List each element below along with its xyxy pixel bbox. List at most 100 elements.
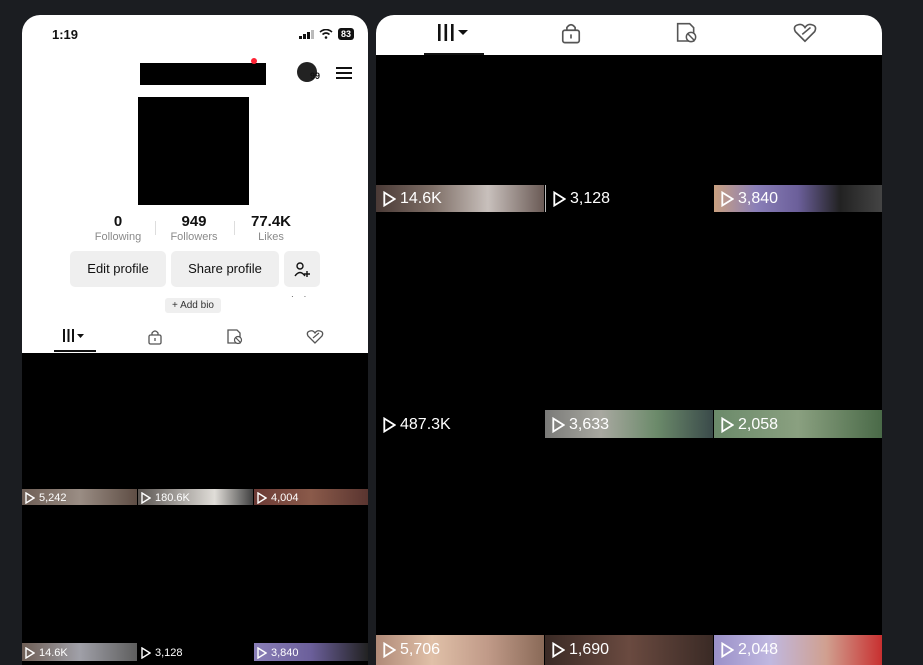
tab-hidden[interactable] bbox=[222, 326, 248, 348]
view-count: 487.3K bbox=[383, 416, 451, 434]
wifi-icon bbox=[319, 29, 333, 39]
signal-icon bbox=[298, 29, 314, 39]
videos-grid-icon bbox=[438, 24, 468, 41]
video-tile[interactable]: 5,242 bbox=[22, 489, 137, 505]
tab-hidden[interactable] bbox=[672, 20, 702, 46]
tab-private[interactable] bbox=[556, 20, 586, 46]
play-icon bbox=[721, 191, 734, 207]
notification-dot bbox=[251, 58, 257, 64]
share-profile-button[interactable]: Share profile bbox=[171, 251, 279, 287]
view-count: 3,840 bbox=[721, 190, 778, 208]
profile-screen: 1:19 83 99 0 Following 949 Followers 77.… bbox=[22, 15, 368, 665]
view-count-text: 4,004 bbox=[271, 492, 299, 504]
stat-followers-label: Followers bbox=[170, 231, 218, 243]
tab-liked[interactable] bbox=[302, 326, 328, 348]
video-grid-zoomed: 14.6K 3,128 3,840 487.3K 3,633 2,058 5,7… bbox=[376, 15, 882, 665]
play-icon bbox=[383, 642, 396, 658]
page-dots: ·· bbox=[291, 292, 317, 301]
view-count: 14.6K bbox=[383, 190, 442, 208]
stat-divider bbox=[155, 221, 156, 235]
view-count-text: 180.6K bbox=[155, 492, 190, 504]
view-count-text: 2,058 bbox=[738, 416, 779, 433]
tab-liked[interactable] bbox=[790, 20, 820, 46]
hidden-icon bbox=[676, 22, 697, 43]
view-count: 4,004 bbox=[257, 492, 299, 504]
video-tile[interactable]: 180.6K bbox=[138, 489, 253, 505]
active-tab-underline bbox=[54, 350, 96, 352]
view-count: 2,058 bbox=[721, 416, 778, 434]
video-tile[interactable]: 1,690 bbox=[545, 635, 713, 665]
video-tile[interactable]: 3,633 bbox=[545, 410, 713, 438]
play-icon bbox=[25, 492, 35, 504]
play-icon bbox=[552, 417, 565, 433]
video-tile[interactable]: 5,706 bbox=[376, 635, 544, 665]
status-bar-icons: 83 bbox=[298, 28, 354, 40]
video-tile[interactable]: 487.3K bbox=[376, 410, 544, 438]
view-count-text: 2,048 bbox=[738, 641, 779, 658]
play-icon bbox=[552, 642, 565, 658]
view-count-text: 5,242 bbox=[39, 492, 67, 504]
add-friend-icon bbox=[294, 261, 310, 277]
view-count-text: 14.6K bbox=[39, 647, 68, 659]
stat-followers-value: 949 bbox=[181, 213, 207, 230]
play-icon bbox=[257, 647, 267, 659]
play-icon bbox=[721, 642, 734, 658]
liked-icon bbox=[793, 23, 817, 43]
redacted-username bbox=[140, 63, 266, 85]
stat-following-label: Following bbox=[94, 231, 142, 243]
view-count-text: 487.3K bbox=[400, 416, 451, 433]
tab-videos[interactable] bbox=[432, 21, 476, 45]
view-count-text: 3,128 bbox=[155, 647, 183, 659]
hidden-icon bbox=[227, 329, 243, 345]
videos-grid-icon bbox=[63, 329, 84, 342]
play-icon bbox=[257, 492, 267, 504]
view-count: 5,242 bbox=[25, 492, 67, 504]
avatar-badge-count: 99 bbox=[310, 71, 321, 81]
view-count-text: 1,690 bbox=[569, 641, 610, 658]
play-icon bbox=[383, 191, 396, 207]
stat-likes-label: Likes bbox=[258, 231, 284, 243]
video-tile[interactable]: 14.6K bbox=[22, 643, 137, 661]
lock-icon bbox=[561, 23, 581, 44]
edit-profile-button[interactable]: Edit profile bbox=[70, 251, 166, 287]
stat-likes-value: 77.4K bbox=[250, 213, 292, 230]
menu-icon[interactable] bbox=[336, 67, 352, 79]
view-count: 3,128 bbox=[553, 190, 610, 208]
view-count-text: 3,128 bbox=[570, 190, 611, 207]
tab-videos[interactable] bbox=[54, 325, 94, 347]
redacted-profile-photo bbox=[138, 97, 249, 205]
profile-header: 1:19 83 99 0 Following 949 Followers 77.… bbox=[22, 15, 368, 353]
view-count: 5,706 bbox=[383, 641, 440, 659]
play-icon bbox=[25, 647, 35, 659]
video-tile[interactable]: 2,048 bbox=[714, 635, 882, 665]
view-count-text: 14.6K bbox=[400, 190, 442, 207]
tab-private[interactable] bbox=[142, 326, 168, 348]
view-count: 180.6K bbox=[141, 492, 190, 504]
play-icon bbox=[141, 647, 151, 659]
liked-icon bbox=[306, 330, 324, 344]
view-count: 1,690 bbox=[552, 641, 609, 659]
video-tile[interactable]: 4,004 bbox=[254, 489, 368, 505]
play-icon bbox=[141, 492, 151, 504]
play-icon bbox=[721, 417, 734, 433]
stat-likes: 77.4K Likes bbox=[235, 213, 307, 243]
view-count-text: 3,840 bbox=[738, 190, 779, 207]
video-tile[interactable]: 2,058 bbox=[714, 410, 882, 438]
video-tile[interactable]: 3,128 bbox=[138, 643, 253, 661]
battery-level: 83 bbox=[337, 28, 354, 40]
stat-followers[interactable]: 949 Followers bbox=[158, 213, 230, 243]
view-count: 3,840 bbox=[257, 647, 299, 659]
view-count-text: 5,706 bbox=[400, 641, 441, 658]
view-count: 3,128 bbox=[141, 647, 183, 659]
lock-icon bbox=[148, 330, 162, 345]
stat-following[interactable]: 0 Following bbox=[82, 213, 154, 243]
add-bio-button[interactable]: + Add bio bbox=[165, 298, 221, 313]
view-count: 2,048 bbox=[721, 641, 778, 659]
video-tile[interactable]: 3,840 bbox=[714, 185, 882, 212]
view-count-text: 3,633 bbox=[569, 416, 610, 433]
stat-following-value: 0 bbox=[113, 213, 123, 230]
video-tile[interactable]: 3,840 bbox=[254, 643, 368, 661]
video-tile[interactable]: 14.6K bbox=[376, 185, 544, 212]
video-tile[interactable]: 3,128 bbox=[545, 185, 714, 212]
add-friend-button[interactable] bbox=[284, 251, 320, 287]
